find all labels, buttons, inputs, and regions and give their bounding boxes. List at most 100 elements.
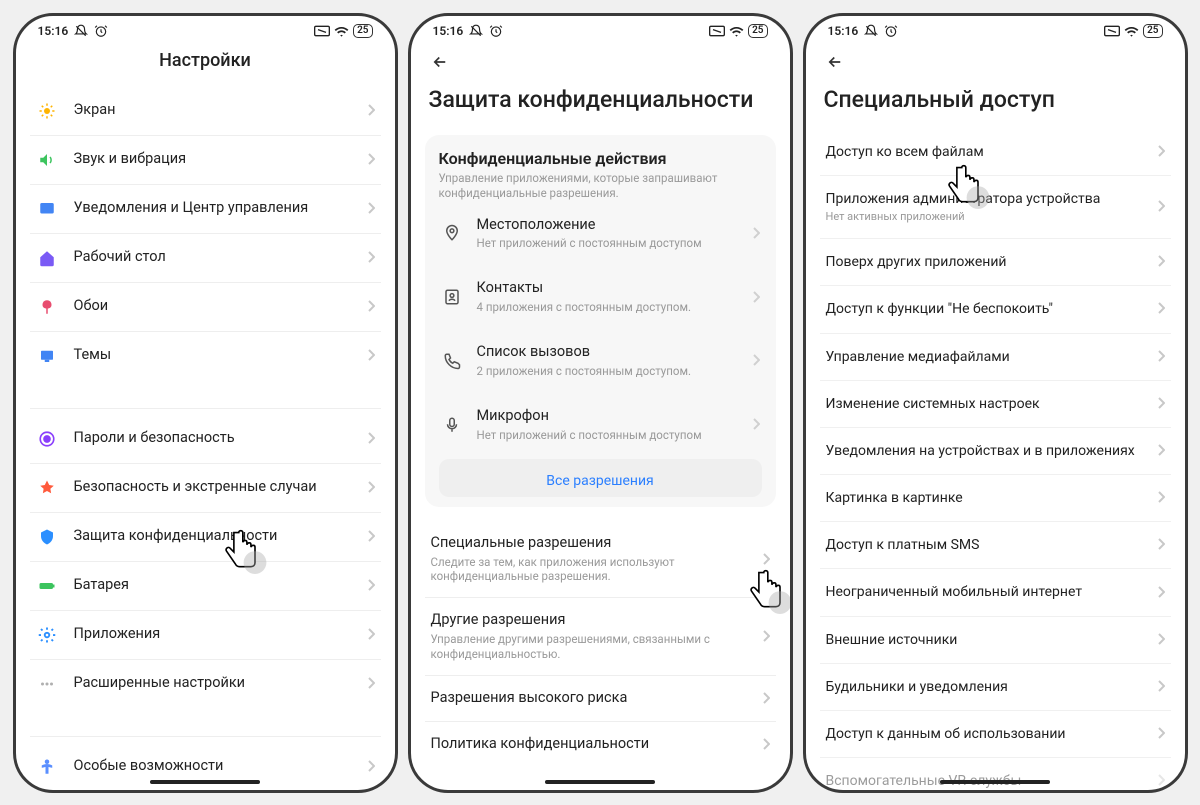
row-label: Уведомления на устройствах и в приложени… xyxy=(826,442,1151,460)
home-indicator[interactable] xyxy=(150,780,260,784)
chevron-right-icon xyxy=(1157,678,1165,696)
chevron-right-icon xyxy=(1157,198,1165,216)
access-item-13[interactable]: Вспомогательные VR-службы xyxy=(820,758,1171,789)
alarm-icon xyxy=(94,24,108,38)
alarm-icon xyxy=(884,24,898,38)
row-label: Картинка в картинке xyxy=(826,489,1151,507)
chevron-right-icon xyxy=(1157,772,1165,789)
page-title: Защита конфиденциальности xyxy=(429,84,772,115)
privacy-item-3[interactable]: Политика конфиденциальности xyxy=(425,722,776,767)
settings-row-sound[interactable]: Звук и вибрация xyxy=(30,136,381,185)
battery-icon: 25 xyxy=(353,24,372,38)
access-item-2[interactable]: Поверх других приложений xyxy=(820,239,1171,286)
apps-icon xyxy=(36,624,58,646)
privacy-icon xyxy=(36,526,58,548)
back-button[interactable] xyxy=(429,48,772,84)
dnd-icon xyxy=(469,24,483,38)
wall-icon xyxy=(36,296,58,318)
row-label: Рабочий стол xyxy=(74,248,361,267)
access-icon xyxy=(36,756,58,778)
chevron-right-icon xyxy=(367,101,375,120)
contacts-icon xyxy=(441,286,463,308)
row-label: Пароли и безопасность xyxy=(74,429,361,448)
access-item-7[interactable]: Картинка в картинке xyxy=(820,475,1171,522)
status-time: 15:16 xyxy=(38,24,69,38)
row-label: Контакты xyxy=(477,279,746,298)
access-item-10[interactable]: Внешние источники xyxy=(820,617,1171,664)
row-label: Доступ ко всем файлам xyxy=(826,143,1151,161)
chevron-right-icon xyxy=(752,288,760,307)
row-subtitle: 4 приложения с постоянным доступом. xyxy=(477,300,746,315)
battery-icon: 25 xyxy=(1143,24,1162,38)
privacy-item-1[interactable]: Другие разрешения Управление другими раз… xyxy=(425,598,776,676)
row-subtitle: Следите за тем, как приложения использую… xyxy=(431,555,756,585)
settings-row-theme[interactable]: Темы xyxy=(30,332,381,380)
privacy-item-2[interactable]: Разрешения высокого риска xyxy=(425,676,776,722)
back-button[interactable] xyxy=(824,48,1167,84)
chevron-right-icon xyxy=(1157,395,1165,413)
access-item-3[interactable]: Доступ к функции "Не беспокоить" xyxy=(820,286,1171,333)
row-subtitle: Управление другими разрешениями, связанн… xyxy=(431,632,756,662)
permission-row-location[interactable]: Местоположение Нет приложений с постоянн… xyxy=(439,202,762,266)
all-permissions-button[interactable]: Все разрешения xyxy=(439,459,762,497)
row-label: Расширенные настройки xyxy=(74,674,361,693)
settings-row-sun[interactable]: Экран xyxy=(30,87,381,136)
row-label: Защита конфиденциальности xyxy=(74,527,361,546)
access-item-4[interactable]: Управление медиафайлами xyxy=(820,334,1171,381)
chevron-right-icon xyxy=(762,550,770,569)
access-item-8[interactable]: Доступ к платным SMS xyxy=(820,522,1171,569)
chevron-right-icon xyxy=(1157,725,1165,743)
chevron-right-icon xyxy=(367,625,375,644)
permission-row-mic[interactable]: Микрофон Нет приложений с постоянным дос… xyxy=(439,393,762,457)
sun-icon xyxy=(36,100,58,122)
access-item-9[interactable]: Неограниченный мобильный интернет xyxy=(820,569,1171,616)
privacy-item-0[interactable]: Специальные разрешения Следите за тем, к… xyxy=(425,521,776,599)
chevron-right-icon xyxy=(367,346,375,365)
battery-icon: 25 xyxy=(748,24,767,38)
sim-icon xyxy=(709,25,725,37)
permission-row-calls[interactable]: Список вызовов 2 приложения с постоянным… xyxy=(439,329,762,393)
row-label: Доступ к данным об использовании xyxy=(826,725,1151,743)
chevron-right-icon xyxy=(1157,253,1165,271)
settings-row-privacy[interactable]: Защита конфиденциальности xyxy=(30,513,381,562)
row-label: Специальные разрешения xyxy=(431,534,756,553)
access-item-1[interactable]: Приложения администратора устройства Нет… xyxy=(820,176,1171,239)
more-icon xyxy=(36,673,58,695)
card-subtitle: Управление приложениями, которые запраши… xyxy=(439,171,762,202)
calls-icon xyxy=(441,350,463,372)
page-title: Настройки xyxy=(34,48,377,73)
settings-row-home[interactable]: Рабочий стол xyxy=(30,234,381,283)
status-time: 15:16 xyxy=(828,24,859,38)
access-item-11[interactable]: Будильники и уведомления xyxy=(820,664,1171,711)
settings-row-lock[interactable]: Пароли и безопасность xyxy=(30,415,381,464)
access-item-6[interactable]: Уведомления на устройствах и в приложени… xyxy=(820,428,1171,475)
access-item-5[interactable]: Изменение системных настроек xyxy=(820,381,1171,428)
settings-row-safety[interactable]: Безопасность и экстренные случаи xyxy=(30,464,381,513)
settings-row-wall[interactable]: Обои xyxy=(30,283,381,332)
permission-row-contacts[interactable]: Контакты 4 приложения с постоянным досту… xyxy=(439,265,762,329)
chevron-right-icon xyxy=(367,478,375,497)
settings-row-more[interactable]: Расширенные настройки xyxy=(30,660,381,708)
settings-group-display: Экран Звук и вибрация Уведомления и Цент… xyxy=(30,87,381,380)
chevron-right-icon xyxy=(367,429,375,448)
page-title: Специальный доступ xyxy=(824,84,1167,115)
access-item-0[interactable]: Доступ ко всем файлам xyxy=(820,129,1171,176)
row-label: Поверх других приложений xyxy=(826,253,1151,271)
alarm-icon xyxy=(489,24,503,38)
settings-row-noti[interactable]: Уведомления и Центр управления xyxy=(30,185,381,234)
wifi-icon xyxy=(334,25,349,37)
access-item-12[interactable]: Доступ к данным об использовании xyxy=(820,711,1171,758)
settings-row-apps[interactable]: Приложения xyxy=(30,611,381,660)
chevron-right-icon xyxy=(762,627,770,646)
chevron-right-icon xyxy=(762,689,770,708)
privacy-actions-card: Конфиденциальные действия Управление при… xyxy=(425,135,776,507)
settings-group-security: Пароли и безопасность Безопасность и экс… xyxy=(30,415,381,708)
home-indicator[interactable] xyxy=(545,780,655,784)
settings-row-battery[interactable]: Батарея xyxy=(30,562,381,611)
phone-settings: 15:16 25 Настройки Экран xyxy=(13,13,398,793)
status-bar: 15:16 25 xyxy=(16,16,395,42)
home-indicator[interactable] xyxy=(940,780,1050,784)
row-label: Темы xyxy=(74,346,361,365)
chevron-right-icon xyxy=(1157,143,1165,161)
row-label: Доступ к функции "Не беспокоить" xyxy=(826,300,1151,318)
